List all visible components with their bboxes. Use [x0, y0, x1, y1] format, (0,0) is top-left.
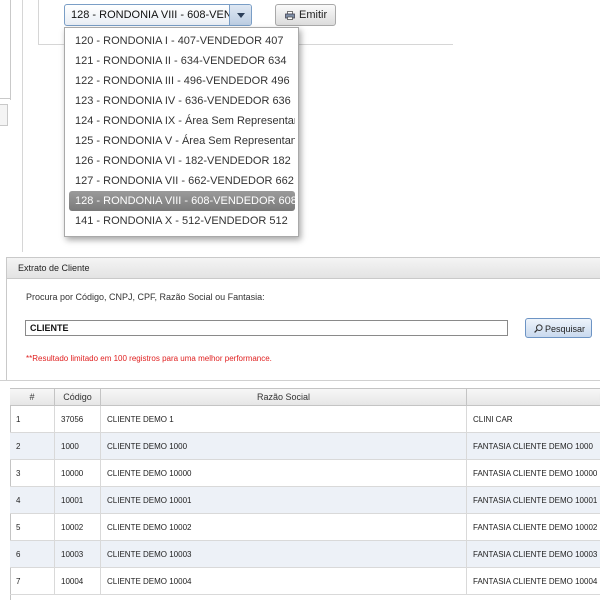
cell-index: 4: [10, 487, 55, 514]
dropdown-option[interactable]: 141 - RONDONIA X - 512-VENDEDOR 512: [69, 211, 295, 231]
cell-code: 10002: [55, 514, 101, 541]
emit-button[interactable]: Emitir: [275, 4, 336, 26]
cell-trade-name: FANTASIA CLIENTE DEMO 10004: [467, 568, 600, 595]
cell-code: 10003: [55, 541, 101, 568]
cell-code: 1000: [55, 433, 101, 460]
column-header-index[interactable]: #: [10, 389, 55, 407]
cell-index: 2: [10, 433, 55, 460]
vendor-select[interactable]: 128 - RONDONIA VIII - 608-VENDEDOR 608: [64, 4, 252, 26]
dropdown-option[interactable]: 121 - RONDONIA II - 634-VENDEDOR 634: [69, 51, 295, 71]
cell-index: 7: [10, 568, 55, 595]
cell-company: CLIENTE DEMO 1: [101, 406, 467, 433]
cell-index: 1: [10, 406, 55, 433]
table-row[interactable]: 4 10001 CLIENTE DEMO 10001 FANTASIA CLIENTE…: [10, 487, 600, 514]
side-tab[interactable]: [0, 104, 8, 126]
emit-button-label: Emitir: [299, 9, 328, 21]
table-row[interactable]: 5 10002 CLIENTE DEMO 10002 FANTASIA CLIENTE…: [10, 514, 600, 541]
table-row[interactable]: 6 10003 CLIENTE DEMO 10003 FANTASIA CLIENTE…: [10, 541, 600, 568]
column-header-trade-name[interactable]: Fantasia: [467, 389, 600, 407]
cell-index: 5: [10, 514, 55, 541]
cell-code: 37056: [55, 406, 101, 433]
cell-trade-name: FANTASIA CLIENTE DEMO 1000: [467, 433, 600, 460]
cell-company: CLIENTE DEMO 10002: [101, 514, 467, 541]
dropdown-option[interactable]: 128 - RONDONIA VIII - 608-VENDEDOR 608: [69, 191, 295, 211]
divider: [0, 98, 10, 99]
panel-header: Extrato de Cliente: [6, 257, 600, 279]
divider: [22, 0, 23, 252]
divider: [38, 0, 39, 45]
table-row[interactable]: 3 10000 CLIENTE DEMO 10000 FANTASIA CLIENTE…: [10, 460, 600, 487]
vendor-dropdown-list[interactable]: 120 - RONDONIA I - 407-VENDEDOR 407 121 -…: [64, 27, 299, 237]
cell-trade-name: FANTASIA CLIENTE DEMO 10001: [467, 487, 600, 514]
table-row[interactable]: 1 37056 CLIENTE DEMO 1 CLINI CAR: [10, 406, 600, 433]
dropdown-option[interactable]: 127 - RONDONIA VII - 662-VENDEDOR 662: [69, 171, 295, 191]
panel-title: Extrato de Cliente: [18, 263, 90, 273]
dropdown-option[interactable]: 124 - RONDONIA IX - Área Sem Representan…: [69, 111, 295, 131]
cell-company: CLIENTE DEMO 1000: [101, 433, 467, 460]
cell-company: CLIENTE DEMO 10003: [101, 541, 467, 568]
cell-index: 6: [10, 541, 55, 568]
search-button-label: Pesquisar: [545, 324, 586, 334]
chevron-down-icon[interactable]: [229, 5, 251, 25]
dropdown-option[interactable]: 123 - RONDONIA IV - 636-VENDEDOR 636: [69, 91, 295, 111]
column-header-code[interactable]: Código: [55, 389, 101, 407]
cell-trade-name: FANTASIA CLIENTE DEMO 10000: [467, 460, 600, 487]
search-button[interactable]: Pesquisar: [525, 318, 592, 338]
limit-warning: **Resultado limitado em 100 registros pa…: [26, 354, 272, 363]
cell-index: 3: [10, 460, 55, 487]
search-label: Procura por Código, CNPJ, CPF, Razão Soc…: [26, 292, 265, 302]
cell-trade-name: FANTASIA CLIENTE DEMO 10003: [467, 541, 600, 568]
cell-company: CLIENTE DEMO 10000: [101, 460, 467, 487]
dropdown-option[interactable]: 122 - RONDONIA III - 496-VENDEDOR 496: [69, 71, 295, 91]
cell-code: 10001: [55, 487, 101, 514]
table-header: # Código Razão Social Fantasia: [10, 388, 600, 407]
column-header-company[interactable]: Razão Social: [101, 389, 467, 407]
screen: 128 - RONDONIA VIII - 608-VENDEDOR 608 E…: [0, 0, 600, 600]
cell-company: CLIENTE DEMO 10004: [101, 568, 467, 595]
cell-code: 10000: [55, 460, 101, 487]
search-input[interactable]: [25, 320, 508, 336]
dropdown-option[interactable]: 125 - RONDONIA V - Área Sem Representant…: [69, 131, 295, 151]
dropdown-option[interactable]: 126 - RONDONIA VI - 182-VENDEDOR 182: [69, 151, 295, 171]
vendor-select-value: 128 - RONDONIA VIII - 608-VENDEDOR 608: [71, 9, 231, 21]
divider: [10, 0, 11, 100]
printer-icon: [285, 11, 295, 20]
cell-trade-name: FANTASIA CLIENTE DEMO 10002: [467, 514, 600, 541]
table-row[interactable]: 2 1000 CLIENTE DEMO 1000 FANTASIA CLIENTE D…: [10, 433, 600, 460]
divider: [0, 380, 600, 388]
cell-company: CLIENTE DEMO 10001: [101, 487, 467, 514]
cell-code: 10004: [55, 568, 101, 595]
dropdown-option[interactable]: 120 - RONDONIA I - 407-VENDEDOR 407: [69, 31, 295, 51]
cell-trade-name: CLINI CAR: [467, 406, 600, 433]
table-row[interactable]: 7 10004 CLIENTE DEMO 10004 FANTASIA CLIENTE…: [10, 568, 600, 595]
magnifier-icon: [534, 324, 543, 333]
